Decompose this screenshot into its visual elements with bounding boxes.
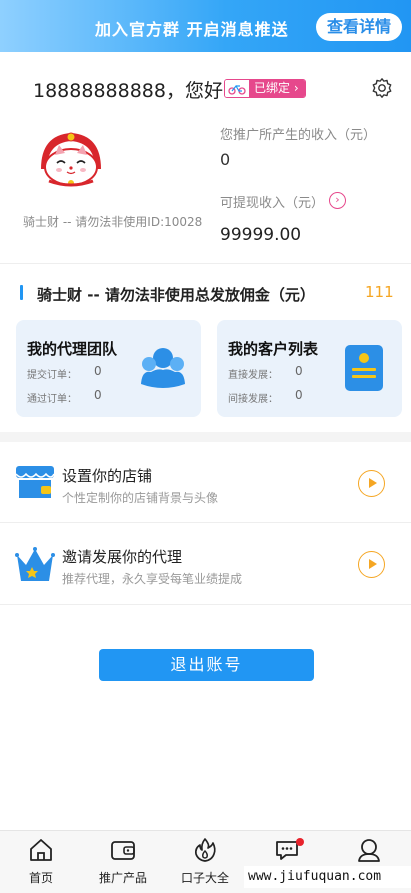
customer-row-direct: 直接发展： 0 xyxy=(228,364,303,381)
chevron-right-icon[interactable]: › xyxy=(329,192,346,209)
team-group-icon xyxy=(138,342,188,396)
team-row-approved: 通过订单： 0 xyxy=(27,388,102,405)
crown-icon xyxy=(15,545,55,589)
banner-text: 加入官方群 开启消息推送 xyxy=(95,20,289,39)
invite-agent-row[interactable]: 邀请发展你的代理 推荐代理，永久享受每笔业绩提成 xyxy=(0,523,411,603)
app-page: 加入官方群 开启消息推送 查看详情 18888888888，您好 已绑定 › 骑… xyxy=(0,0,411,893)
logout-button[interactable]: 退出账号 xyxy=(99,649,314,681)
withdrawable-income-label: 可提现收入（元） xyxy=(220,196,325,211)
tab-loan-directory-label: 口子大全 xyxy=(180,871,229,885)
user-greeting: 18888888888，您好 xyxy=(33,80,223,102)
play-arrow-icon[interactable] xyxy=(358,470,385,497)
bound-label: 已绑定 › xyxy=(249,80,305,97)
tab-home[interactable]: 首页 xyxy=(0,831,82,893)
divider xyxy=(0,604,411,605)
approved-orders-value: 0 xyxy=(94,388,102,402)
divider xyxy=(0,263,411,264)
team-row-submitted: 提交订单： 0 xyxy=(27,364,102,381)
play-arrow-icon[interactable] xyxy=(358,551,385,578)
app-id-note: 骑士财 -- 请勿法非使用ID:10028 xyxy=(23,215,203,229)
withdrawable-income-value: 99999.00 xyxy=(220,225,302,245)
tab-home-label: 首页 xyxy=(28,871,53,885)
bound-status-badge[interactable]: 已绑定 › xyxy=(224,79,306,98)
tab-loan-directory[interactable]: 口子大全 xyxy=(164,831,246,893)
submitted-orders-value: 0 xyxy=(94,364,102,378)
tab-promote-products[interactable]: 推广产品 xyxy=(82,831,164,893)
lucky-cat-avatar[interactable] xyxy=(35,129,107,191)
contact-card-icon xyxy=(344,344,384,396)
site-watermark: www.jiufuquan.com xyxy=(244,866,411,888)
setup-shop-title: 设置你的店铺 xyxy=(62,467,153,485)
total-commission-value: 111 xyxy=(365,283,394,301)
bike-icon xyxy=(225,80,249,97)
indirect-development-label: 间接发展： xyxy=(228,394,278,405)
invite-agent-title: 邀请发展你的代理 xyxy=(62,548,183,566)
flame-icon xyxy=(192,837,218,863)
total-commission-label: 骑士财 -- 请勿法非使用总发放佣金（元） xyxy=(37,286,315,304)
view-details-button[interactable]: 查看详情 xyxy=(316,13,402,41)
shop-icon xyxy=(15,464,55,504)
section-gap xyxy=(0,432,411,442)
setup-shop-row[interactable]: 设置你的店铺 个性定制你的店铺背景与头像 xyxy=(0,442,411,522)
section-marker xyxy=(20,285,23,300)
agent-team-title: 我的代理团队 xyxy=(27,340,118,358)
user-icon xyxy=(356,837,382,863)
approved-orders-label: 通过订单： xyxy=(27,394,77,405)
agent-team-card[interactable]: 我的代理团队 提交订单： 0 通过订单： 0 xyxy=(16,320,201,417)
promo-income-label: 您推广所产生的收入（元） xyxy=(220,128,377,143)
direct-development-label: 直接发展： xyxy=(228,370,278,381)
home-icon xyxy=(28,837,54,863)
customer-list-title: 我的客户列表 xyxy=(228,340,319,358)
direct-development-value: 0 xyxy=(295,364,303,378)
indirect-development-value: 0 xyxy=(295,388,303,402)
customer-list-card[interactable]: 我的客户列表 直接发展： 0 间接发展： 0 xyxy=(217,320,402,417)
customer-row-indirect: 间接发展： 0 xyxy=(228,388,303,405)
unread-dot xyxy=(296,838,304,846)
settings-gear-icon[interactable] xyxy=(371,77,393,99)
wallet-icon xyxy=(110,837,136,863)
setup-shop-subtitle: 个性定制你的店铺背景与头像 xyxy=(62,491,219,505)
notification-banner: 加入官方群 开启消息推送 查看详情 xyxy=(0,0,411,52)
submitted-orders-label: 提交订单： xyxy=(27,370,77,381)
invite-agent-subtitle: 推荐代理，永久享受每笔业绩提成 xyxy=(62,572,243,586)
promo-income-value: 0 xyxy=(220,150,231,169)
tab-promote-products-label: 推广产品 xyxy=(98,871,147,885)
